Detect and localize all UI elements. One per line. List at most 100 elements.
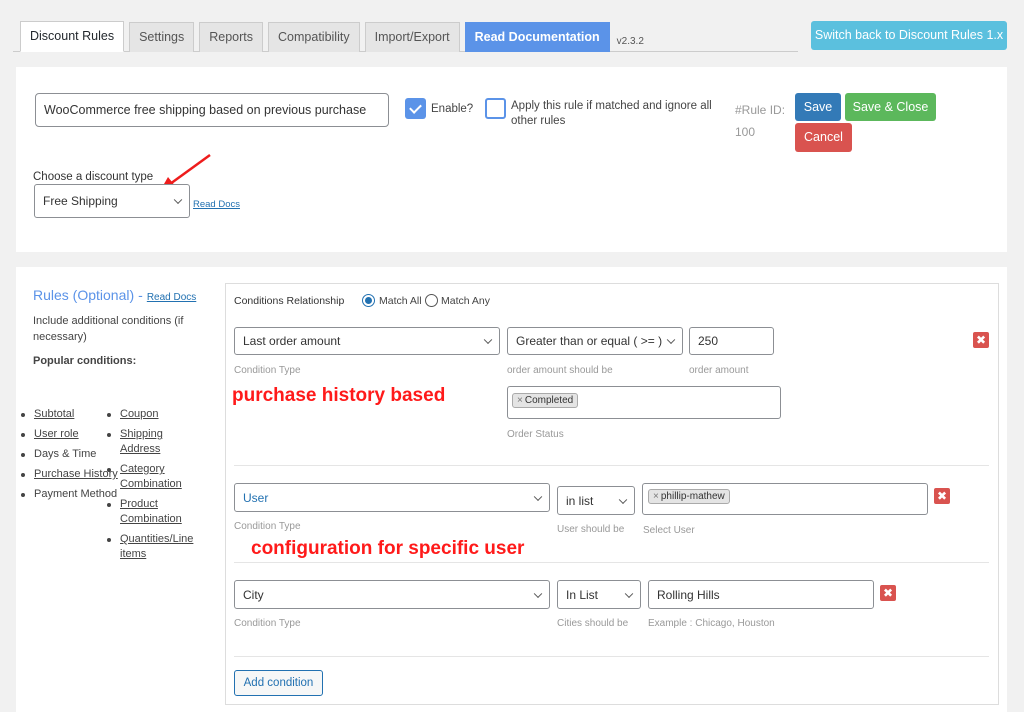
order-amount-input[interactable]: 250	[689, 327, 774, 355]
match-any-label: Match Any	[441, 295, 491, 307]
save-close-button[interactable]: Save & Close	[845, 93, 936, 121]
city-operator-value: In List	[566, 587, 599, 602]
switch-back-button[interactable]: Switch back to Discount Rules 1.x	[811, 21, 1007, 50]
match-all-label: Match All	[379, 295, 422, 307]
annotation-specific-user: configuration for specific user	[251, 538, 525, 559]
condition-divider	[234, 562, 989, 563]
popular-conditions-label: Popular conditions:	[33, 355, 137, 367]
popular-condition-user-role[interactable]: User role	[34, 428, 79, 440]
rule-id-label: #Rule ID:	[735, 103, 786, 117]
condition-type-select-2[interactable]: User	[234, 483, 550, 512]
order-status-tag-label: Completed	[524, 395, 574, 406]
rules-title-dash: -	[138, 287, 143, 303]
condition-type-value: City	[243, 587, 264, 602]
order-amount-value: 250	[698, 334, 719, 348]
popular-condition-item[interactable]: User role	[19, 427, 119, 442]
popular-condition-item: Payment Method	[19, 487, 119, 502]
user-operator-select[interactable]: in list	[557, 486, 635, 515]
save-button[interactable]: Save	[795, 93, 841, 121]
cancel-button[interactable]: Cancel	[795, 123, 852, 152]
user-operator-hint: User should be	[557, 524, 625, 535]
popular-condition-item[interactable]: Purchase History	[19, 467, 119, 482]
chevron-down-icon	[483, 335, 493, 345]
enable-checkbox[interactable]	[405, 98, 426, 119]
condition-type-value: User	[243, 490, 269, 505]
rule-title-input[interactable]	[35, 93, 389, 127]
nav-tabs: Discount Rules Settings Reports Compatib…	[20, 21, 644, 52]
condition-divider	[234, 656, 989, 657]
condition-type-hint: Condition Type	[234, 365, 301, 376]
tag-remove-icon[interactable]: ×	[517, 395, 523, 406]
rule-id-value: 100	[735, 125, 756, 139]
enable-label: Enable?	[431, 103, 474, 115]
popular-condition-item[interactable]: Subtotal	[19, 407, 119, 422]
conditions-box: Conditions Relationship Match All Match …	[225, 283, 999, 705]
tab-read-documentation[interactable]: Read Documentation	[464, 22, 610, 52]
match-any-radio[interactable]	[425, 294, 438, 307]
tab-discount-rules[interactable]: Discount Rules	[20, 21, 125, 52]
order-status-hint: Order Status	[507, 429, 564, 440]
tag-remove-icon[interactable]: ×	[653, 491, 659, 502]
tab-reports[interactable]: Reports	[199, 22, 264, 52]
popular-condition-quantities[interactable]: Quantities/Line items	[120, 533, 193, 560]
match-all-radio[interactable]	[362, 294, 375, 307]
rules-sidebar: Rules (Optional) - Read Docs Include addit…	[21, 287, 213, 560]
city-operator-select[interactable]: In List	[557, 580, 641, 609]
user-tag-label: phillip-mathew	[660, 491, 725, 502]
tab-settings[interactable]: Settings	[129, 22, 195, 52]
chevron-down-icon	[624, 589, 634, 598]
chevron-down-icon	[618, 495, 628, 504]
condition-type-select-3[interactable]: City	[234, 580, 550, 609]
user-tag[interactable]: × phillip-mathew	[648, 489, 730, 504]
apply-exclusive-checkbox[interactable]	[485, 98, 506, 119]
rules-title: Rules (Optional) - Read Docs	[33, 287, 213, 303]
popular-condition-product-combination[interactable]: Product Combination	[120, 498, 182, 525]
condition-type-select-1[interactable]: Last order amount	[234, 327, 500, 355]
condition-type-value: Last order amount	[243, 334, 341, 348]
rules-read-docs-link[interactable]: Read Docs	[147, 292, 196, 303]
popular-condition-days-time: Days & Time	[34, 448, 97, 460]
chevron-down-icon	[173, 195, 183, 205]
order-amount-hint: order amount	[689, 365, 749, 376]
operator-hint: order amount should be	[507, 365, 613, 376]
popular-condition-category-combination[interactable]: Category Combination	[120, 463, 182, 490]
tab-import-export[interactable]: Import/Export	[364, 22, 460, 52]
read-docs-link[interactable]: Read Docs	[193, 199, 240, 210]
add-condition-button[interactable]: Add condition	[234, 670, 323, 696]
annotation-purchase-history: purchase history based	[232, 385, 446, 406]
popular-condition-item[interactable]: Category Combination	[105, 462, 205, 492]
user-operator-value: in list	[566, 493, 594, 508]
version-label: v2.3.2	[616, 36, 644, 47]
popular-condition-item[interactable]: Coupon	[105, 407, 205, 422]
city-input-value: Rolling Hills	[657, 587, 720, 602]
delete-condition-2-icon[interactable]: ✖	[934, 488, 950, 504]
order-status-multiselect[interactable]: × Completed	[507, 386, 781, 419]
popular-conditions-list-1: Subtotal User role Days & Time Purchase …	[19, 407, 119, 507]
popular-condition-subtotal[interactable]: Subtotal	[34, 408, 74, 420]
apply-exclusive-label: Apply this rule if matched and ignore al…	[511, 100, 712, 127]
delete-condition-3-icon[interactable]: ✖	[880, 585, 896, 601]
popular-condition-item[interactable]: Shipping Address	[105, 427, 205, 457]
select-user-hint: Select User	[643, 525, 695, 536]
discount-type-label: Choose a discount type	[33, 171, 154, 183]
popular-conditions-list-2: Coupon Shipping Address Category Combina…	[105, 407, 205, 567]
condition-operator-value: Greater than or equal ( >= )	[516, 334, 663, 348]
rules-description: Include additional conditions (if necess…	[33, 315, 184, 343]
city-input[interactable]: Rolling Hills	[648, 580, 874, 609]
popular-condition-item[interactable]: Quantities/Line items	[105, 532, 205, 562]
delete-condition-1-icon[interactable]: ✖	[973, 332, 989, 348]
condition-operator-select-1[interactable]: Greater than or equal ( >= )	[507, 327, 683, 355]
popular-condition-shipping-address[interactable]: Shipping Address	[120, 428, 163, 455]
order-status-tag[interactable]: × Completed	[512, 393, 579, 408]
popular-condition-item[interactable]: Product Combination	[105, 497, 205, 527]
condition-type-hint: Condition Type	[234, 618, 301, 629]
condition-type-hint: Condition Type	[234, 521, 301, 532]
discount-type-select[interactable]: Free Shipping	[34, 184, 190, 218]
select-user-multiselect[interactable]: × phillip-mathew	[642, 483, 928, 515]
conditions-relationship-label: Conditions Relationship	[234, 295, 345, 307]
chevron-down-icon	[533, 589, 543, 598]
tab-compatibility[interactable]: Compatibility	[268, 22, 360, 52]
popular-condition-coupon[interactable]: Coupon	[120, 408, 159, 420]
rules-title-text: Rules (Optional)	[33, 287, 135, 303]
city-input-hint: Example : Chicago, Houston	[648, 618, 775, 629]
